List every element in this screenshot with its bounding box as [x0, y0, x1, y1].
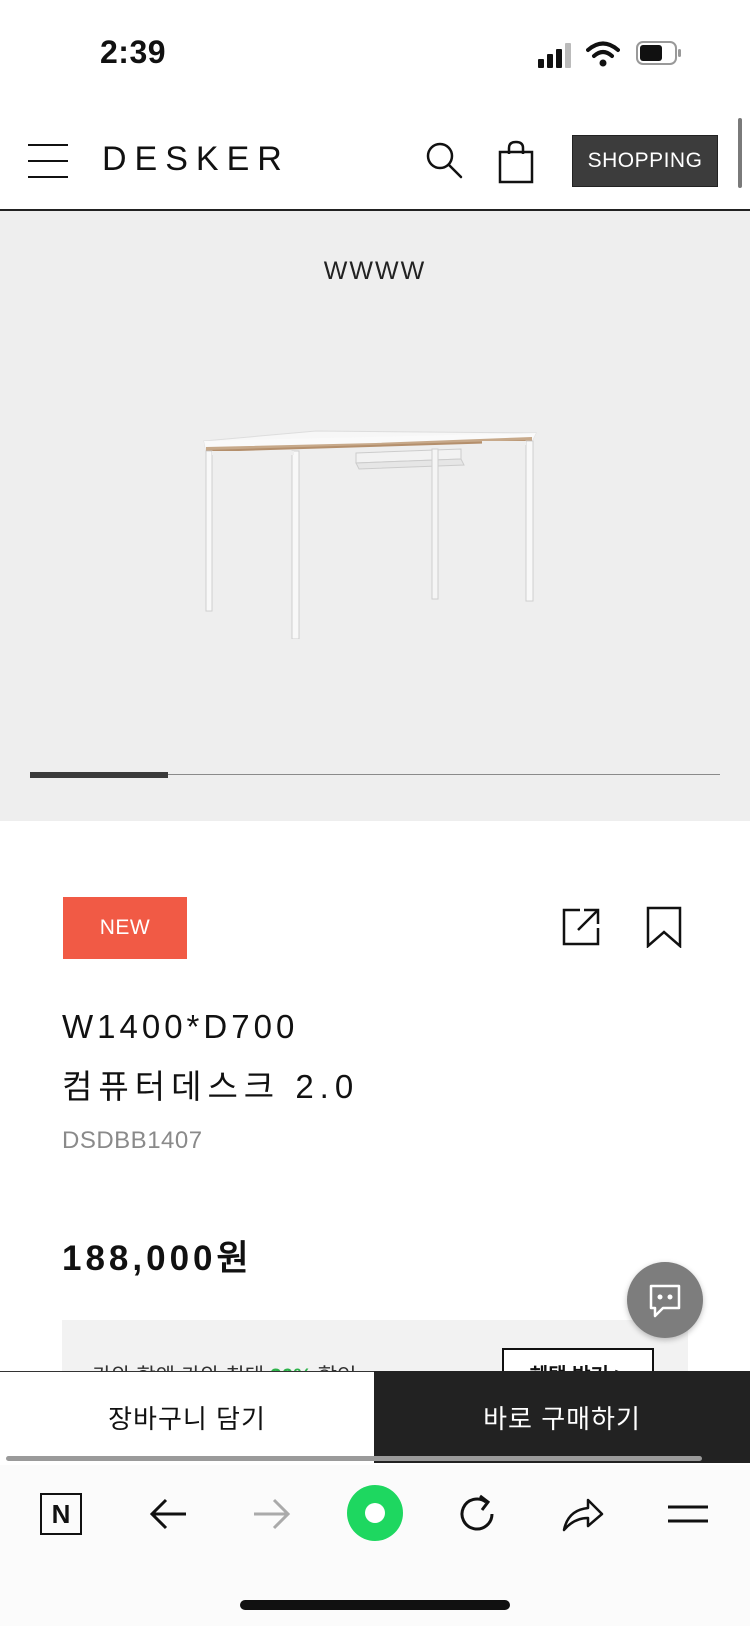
desk-product-image	[203, 430, 537, 639]
bookmark-icon[interactable]	[646, 906, 682, 949]
back-arrow-icon[interactable]	[146, 1490, 190, 1538]
product-name: 컴퓨터데스크 2.0	[62, 1068, 360, 1105]
add-to-cart-button[interactable]: 장바구니 담기	[0, 1371, 374, 1463]
chat-button[interactable]	[627, 1262, 703, 1338]
product-image-carousel[interactable]: WWWW	[0, 211, 750, 821]
green-dot-icon[interactable]	[346, 1484, 404, 1542]
forward-arrow-icon[interactable]	[250, 1490, 294, 1538]
product-price: 188,000원	[62, 1239, 253, 1278]
share-arrow-icon[interactable]	[560, 1490, 606, 1538]
hamburger-menu-icon[interactable]	[666, 1490, 710, 1538]
product-name-size: W1400*D700	[62, 1008, 299, 1045]
page-load-progress	[6, 1456, 702, 1461]
new-badge: NEW	[63, 897, 187, 959]
status-time: 2:39	[100, 34, 167, 70]
scrollbar	[738, 118, 742, 188]
wifi-icon	[586, 40, 620, 68]
refresh-icon[interactable]	[456, 1490, 500, 1538]
chat-bubble-icon	[649, 1284, 681, 1318]
shopping-bag-icon[interactable]	[498, 140, 534, 184]
share-icon[interactable]	[560, 906, 602, 948]
naver-home-button[interactable]: N	[40, 1493, 82, 1535]
menu-button[interactable]	[28, 144, 68, 178]
buy-now-button[interactable]: 바로 구매하기	[374, 1371, 750, 1463]
battery-icon	[636, 41, 682, 65]
home-indicator	[240, 1600, 510, 1610]
shopping-button[interactable]: SHOPPING	[572, 135, 718, 187]
carousel-progress-fill	[30, 772, 168, 778]
brand-logo[interactable]: DESKER	[102, 140, 290, 179]
cellular-signal-icon	[538, 42, 572, 68]
product-code: DSDBB1407	[62, 1127, 203, 1154]
hero-caption: WWWW	[323, 257, 427, 285]
search-icon[interactable]	[424, 140, 464, 180]
